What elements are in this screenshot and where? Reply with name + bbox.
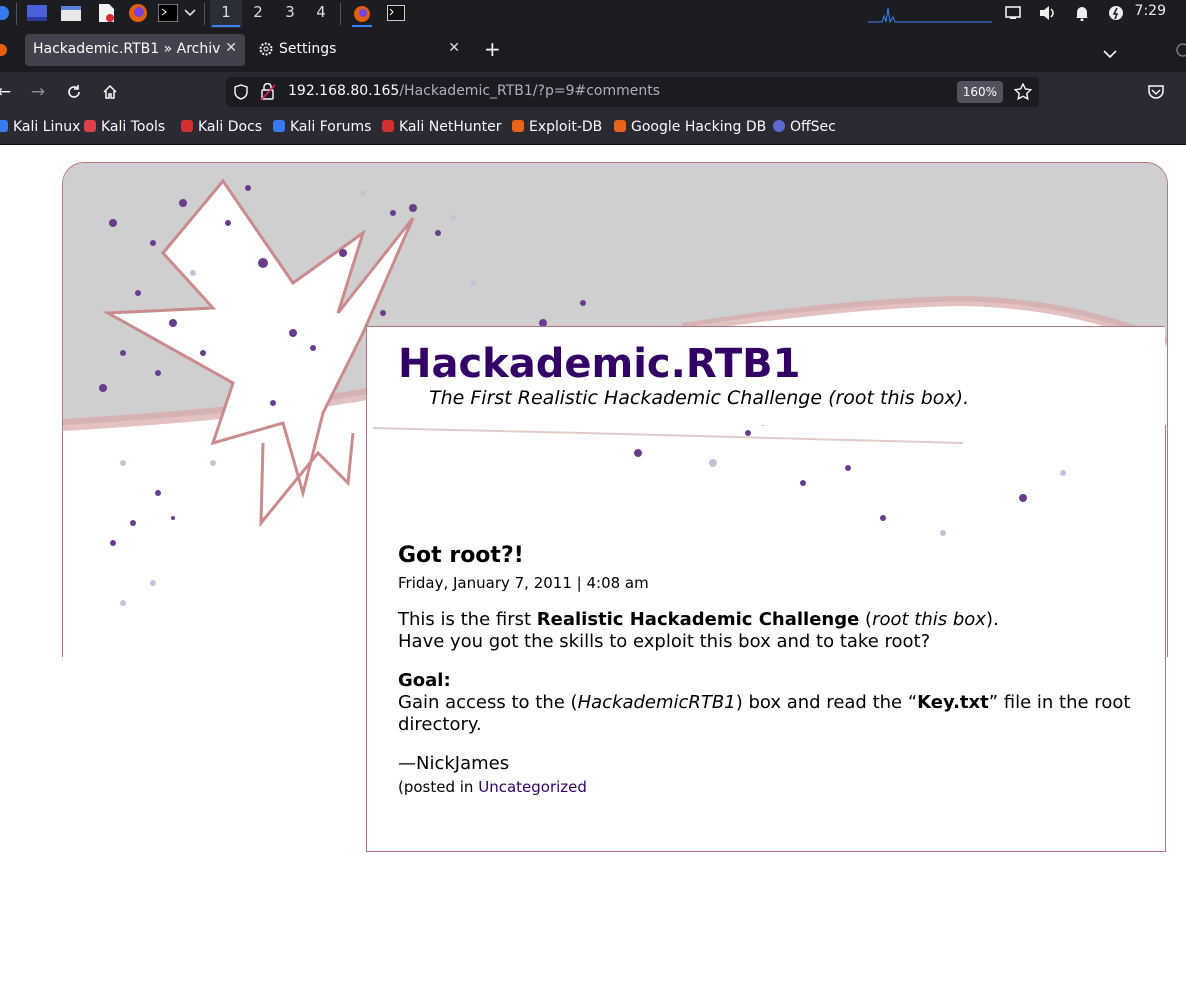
bookmark-label: Kali NetHunter xyxy=(399,119,502,135)
chevron-down-icon[interactable] xyxy=(182,3,198,23)
post-date: Friday, January 7, 2011 | 4:08 am xyxy=(398,574,649,592)
intro-italic-text: root this box xyxy=(872,609,986,630)
tab-title: Settings xyxy=(279,41,337,57)
intro-bold-text: Realistic Hackademic Challenge xyxy=(536,609,860,630)
notification-bell-icon[interactable] xyxy=(1072,3,1092,23)
tab-hackademic[interactable]: Hackademic.RTB1 » Archives ✕ xyxy=(25,34,245,66)
kali-docs-icon xyxy=(181,120,193,132)
bookmark-google-hacking-db[interactable]: Google Hacking DB xyxy=(614,119,766,135)
zoom-level-button[interactable]: 160% xyxy=(956,81,1003,103)
goal-text: ) box and read the “ xyxy=(735,692,918,713)
bookmark-exploit-db[interactable]: Exploit-DB xyxy=(512,119,602,135)
tab-settings[interactable]: Settings ✕ xyxy=(252,34,468,66)
blog-description: The First Realistic Hackademic Challenge… xyxy=(429,387,970,409)
bookmark-kali-docs[interactable]: Kali Docs xyxy=(181,119,262,135)
url-text[interactable]: 192.168.80.165/Hackademic_RTB1/?p=9#comm… xyxy=(288,83,660,99)
intro-line-2: Have you got the skills to exploit this … xyxy=(398,631,931,652)
firefox-launcher-icon[interactable] xyxy=(128,3,148,23)
intro-text: ). xyxy=(985,609,999,630)
goal-label: Goal: xyxy=(398,670,451,691)
show-desktop-icon[interactable] xyxy=(26,3,48,23)
kali-tools-icon xyxy=(84,120,96,132)
gear-icon xyxy=(258,41,274,61)
workspace-3[interactable]: 3 xyxy=(274,0,306,28)
insecure-lock-icon[interactable] xyxy=(260,82,276,105)
bookmark-label: Exploit-DB xyxy=(529,119,603,135)
volume-icon[interactable] xyxy=(1038,3,1058,23)
cpu-graph-icon xyxy=(868,3,992,23)
web-page: Hackademic.RTB1 The First Realistic Hack… xyxy=(0,145,1186,981)
forward-button[interactable]: → xyxy=(26,80,50,104)
back-button[interactable]: ← xyxy=(0,80,16,104)
bookmark-kali-tools[interactable]: Kali Tools xyxy=(84,119,165,135)
goal-text: Gain access to the ( xyxy=(398,692,578,713)
reload-button[interactable] xyxy=(62,80,86,104)
home-button[interactable] xyxy=(98,80,122,104)
goal-italic-text: HackademicRTB1 xyxy=(577,692,736,713)
power-icon[interactable] xyxy=(1106,3,1126,23)
firefox-view-icon[interactable] xyxy=(0,42,8,61)
bookmark-label: Google Hacking DB xyxy=(631,119,767,135)
goal-bold-text: Key.txt xyxy=(917,692,989,713)
network-icon[interactable] xyxy=(1003,3,1023,23)
bookmark-label: Kali Linux xyxy=(13,119,81,135)
browser-tab-bar: Hackademic.RTB1 » Archives ✕ Settings ✕ … xyxy=(0,28,1186,72)
bookmark-kali-forums[interactable]: Kali Forums xyxy=(273,119,371,135)
category-link[interactable]: Uncategorized xyxy=(478,778,587,796)
post-meta: (posted in Uncategorized xyxy=(398,778,1138,796)
kali-nethunter-icon xyxy=(382,120,394,132)
bookmark-label: OffSec xyxy=(790,119,836,135)
posted-in-label: (posted in xyxy=(398,778,479,796)
post-intro: This is the first Realistic Hackademic C… xyxy=(398,609,1138,653)
bookmarks-toolbar: Kali Linux Kali Tools Kali Docs Kali For… xyxy=(0,112,1186,145)
offsec-icon xyxy=(773,120,785,132)
bookmark-label: Kali Forums xyxy=(290,119,372,135)
terminal-launcher-icon[interactable] xyxy=(158,3,178,23)
close-tab-icon[interactable]: ✕ xyxy=(448,40,460,56)
intro-text: ( xyxy=(859,609,873,630)
exploit-db-icon xyxy=(512,120,524,132)
file-manager-icon[interactable] xyxy=(60,3,82,23)
content-box: Got root?! Friday, January 7, 2011 | 4:0… xyxy=(366,425,1166,852)
firefox-window-icon[interactable] xyxy=(352,3,372,27)
blog-header: Hackademic.RTB1 The First Realistic Hack… xyxy=(366,326,1165,425)
text-editor-icon[interactable] xyxy=(96,3,116,23)
kali-forums-icon xyxy=(273,120,285,132)
blog-title[interactable]: Hackademic.RTB1 xyxy=(398,341,800,387)
kali-menu-icon[interactable] xyxy=(0,3,12,23)
url-bar[interactable]: 192.168.80.165/Hackademic_RTB1/?p=9#comm… xyxy=(226,77,1039,107)
post-title[interactable]: Got root?! xyxy=(398,543,1138,568)
bookmark-label: Kali Docs xyxy=(198,119,263,135)
account-icon[interactable] xyxy=(1176,42,1186,61)
close-tab-icon[interactable]: ✕ xyxy=(225,40,237,56)
new-tab-button[interactable]: + xyxy=(484,37,501,61)
terminal-window-icon[interactable] xyxy=(386,3,406,23)
pocket-icon[interactable] xyxy=(1147,84,1165,104)
kali-linux-icon xyxy=(0,120,8,132)
google-hacking-db-icon xyxy=(614,120,626,132)
clock[interactable]: 7:29 xyxy=(1135,0,1166,22)
bookmark-label: Kali Tools xyxy=(101,119,166,135)
bookmark-star-icon[interactable] xyxy=(1013,82,1033,105)
url-host: 192.168.80.165 xyxy=(288,83,400,99)
bookmark-kali-nethunter[interactable]: Kali NetHunter xyxy=(382,119,501,135)
workspace-4[interactable]: 4 xyxy=(305,0,337,28)
tab-title: Hackademic.RTB1 » Archives xyxy=(33,41,221,57)
workspace-2[interactable]: 2 xyxy=(242,0,274,28)
post-signature: —NickJames xyxy=(398,753,510,774)
bookmark-offsec[interactable]: OffSec xyxy=(773,119,836,135)
post: Got root?! Friday, January 7, 2011 | 4:0… xyxy=(398,543,1138,796)
shield-icon[interactable] xyxy=(234,84,248,104)
post-goal: Goal: Gain access to the (HackademicRTB1)… xyxy=(398,670,1138,736)
workspace-1[interactable]: 1 xyxy=(210,0,242,28)
system-taskbar: 1 2 3 4 7:29 xyxy=(0,0,1186,28)
navigation-toolbar: ← → 192.168.80.165/Hackademic_RTB1/?p=9#… xyxy=(0,72,1186,112)
list-all-tabs-icon[interactable] xyxy=(1103,44,1117,63)
bookmark-kali-linux[interactable]: Kali Linux xyxy=(0,119,80,135)
url-path: /Hackademic_RTB1/?p=9#comments xyxy=(399,83,661,99)
intro-text: This is the first xyxy=(398,609,537,630)
